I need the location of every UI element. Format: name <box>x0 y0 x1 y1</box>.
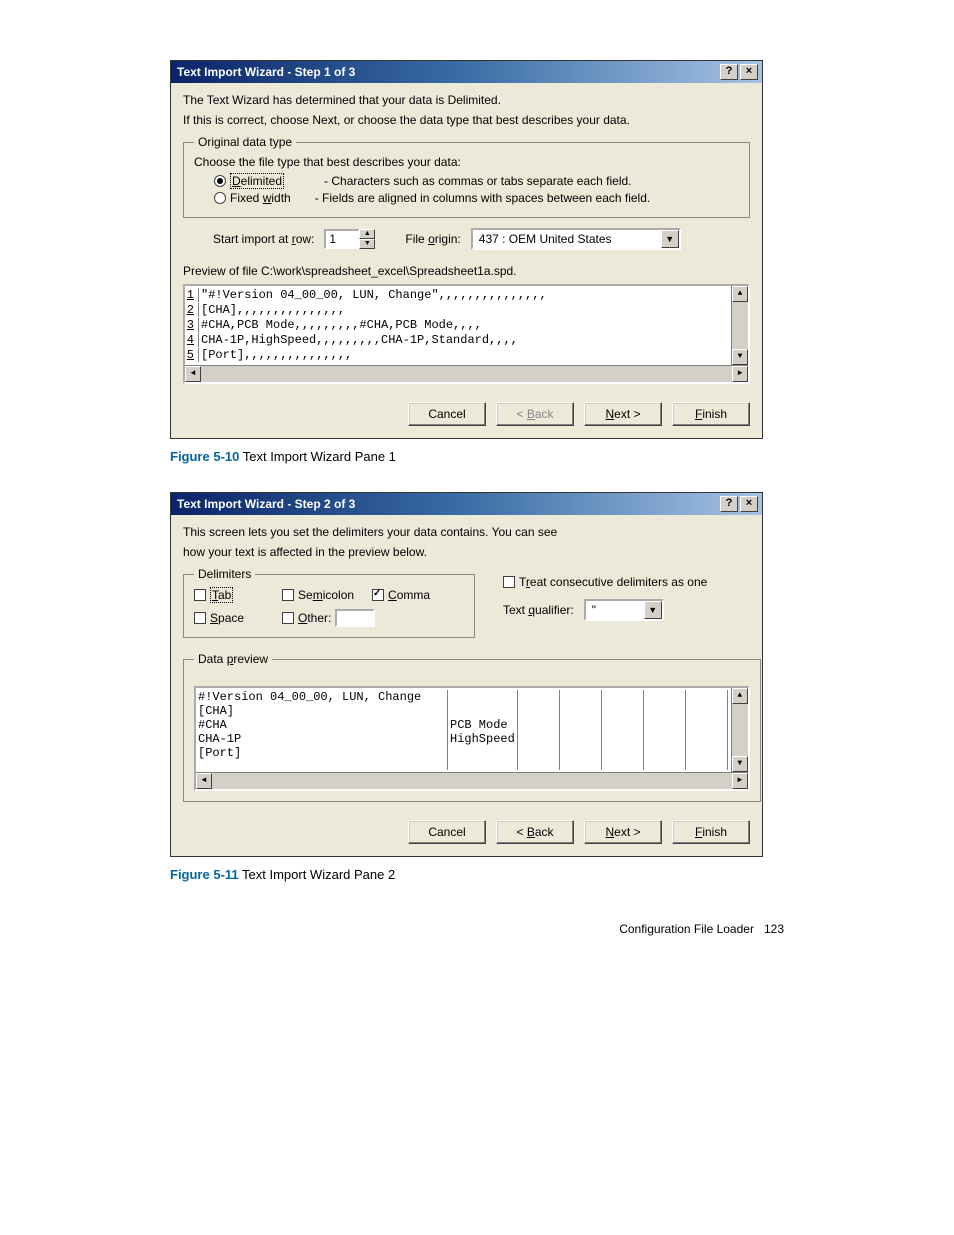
group-legend: Original data type <box>194 135 296 149</box>
close-button[interactable]: × <box>740 496 758 512</box>
original-data-type-group: Original data type Choose the file type … <box>183 135 750 218</box>
finish-button[interactable]: Finish <box>672 402 750 426</box>
wizard-step2-dialog: Text Import Wizard - Step 2 of 3 ? × Thi… <box>170 492 763 857</box>
fixed-width-radio[interactable] <box>214 192 226 204</box>
space-label[interactable]: Space <box>210 611 244 625</box>
other-label[interactable]: Other: <box>298 611 331 625</box>
scroll-down-icon[interactable]: ▼ <box>732 756 748 772</box>
delimited-label[interactable]: Delimited <box>230 173 284 189</box>
space-checkbox[interactable] <box>194 612 206 624</box>
file-origin-value: 437 : OEM United States <box>473 232 661 246</box>
intro-line1: This screen lets you set the delimiters … <box>183 525 750 539</box>
fixed-width-label[interactable]: Fixed width <box>230 191 291 205</box>
delimited-desc: - Characters such as commas or tabs sepa… <box>324 174 631 188</box>
scroll-up-icon[interactable]: ▲ <box>732 688 748 704</box>
cancel-button[interactable]: Cancel <box>408 820 486 844</box>
semicolon-label[interactable]: Semicolon <box>298 588 354 602</box>
fixed-width-desc: - Fields are aligned in columns with spa… <box>315 191 651 205</box>
start-row-spinner[interactable]: ▲ ▼ <box>324 229 375 249</box>
intro-line1: The Text Wizard has determined that your… <box>183 93 750 107</box>
preview-line: 3#CHA,PCB Mode,,,,,,,,,#CHA,PCB Mode,,,, <box>185 318 730 333</box>
choose-prompt: Choose the file type that best describes… <box>194 155 739 169</box>
dialog-title: Text Import Wizard - Step 2 of 3 <box>177 497 718 511</box>
dialog-title: Text Import Wizard - Step 1 of 3 <box>177 65 718 79</box>
help-button[interactable]: ? <box>720 496 738 512</box>
preview-label: Preview of file C:\work\spreadsheet_exce… <box>183 264 750 278</box>
other-input[interactable] <box>335 609 375 627</box>
intro-line2: how your text is affected in the preview… <box>183 545 750 559</box>
close-button[interactable]: × <box>740 64 758 80</box>
preview-column <box>562 690 602 770</box>
scroll-up-icon[interactable]: ▲ <box>732 286 748 302</box>
tab-checkbox[interactable] <box>194 589 206 601</box>
scroll-left-icon[interactable]: ◄ <box>196 773 212 789</box>
spin-up-icon[interactable]: ▲ <box>359 229 375 239</box>
preview-line: 2[CHA],,,,,,,,,,,,,,, <box>185 303 730 318</box>
delimited-radio[interactable] <box>214 175 226 187</box>
start-row-label: Start import at row: <box>213 232 314 246</box>
delimiters-group: Delimiters Tab Semicolon Comma Space Oth… <box>183 567 475 638</box>
figure-caption-1: Figure 5-10 Text Import Wizard Pane 1 <box>170 449 784 464</box>
page-footer: Configuration File Loader 123 <box>170 922 784 936</box>
wizard-step1-dialog: Text Import Wizard - Step 1 of 3 ? × The… <box>170 60 763 439</box>
file-preview: 1"#!Version 04_00_00, LUN, Change",,,,,,… <box>183 284 750 384</box>
next-button[interactable]: Next > <box>584 820 662 844</box>
back-button[interactable]: < Back <box>496 820 574 844</box>
preview-line: 1"#!Version 04_00_00, LUN, Change",,,,,,… <box>185 288 730 303</box>
next-button[interactable]: Next > <box>584 402 662 426</box>
text-qualifier-label: Text qualifier: <box>503 603 574 617</box>
file-origin-combo[interactable]: 437 : OEM United States ▼ <box>471 228 681 250</box>
cancel-button[interactable]: Cancel <box>408 402 486 426</box>
scroll-right-icon[interactable]: ► <box>732 773 748 789</box>
scroll-down-icon[interactable]: ▼ <box>732 349 748 365</box>
other-checkbox[interactable] <box>282 612 294 624</box>
data-preview: #!Version 04_00_00, LUN, Change[CHA]#CHA… <box>194 686 750 791</box>
preview-column: #!Version 04_00_00, LUN, Change[CHA]#CHA… <box>198 690 448 770</box>
start-row-input[interactable] <box>324 229 360 249</box>
treat-consecutive-label[interactable]: Treat consecutive delimiters as one <box>519 575 707 589</box>
chevron-down-icon[interactable]: ▼ <box>661 230 679 248</box>
finish-button[interactable]: Finish <box>672 820 750 844</box>
text-qualifier-combo[interactable]: " ▼ <box>584 599 664 621</box>
delimiters-legend: Delimiters <box>194 567 255 581</box>
preview-line: 4CHA-1P,HighSpeed,,,,,,,,,CHA-1P,Standar… <box>185 333 730 348</box>
figure-caption-2: Figure 5-11 Text Import Wizard Pane 2 <box>170 867 784 882</box>
scroll-left-icon[interactable]: ◄ <box>185 366 201 382</box>
preview-column <box>520 690 560 770</box>
preview-line: 5[Port],,,,,,,,,,,,,,, <box>185 348 730 363</box>
semicolon-checkbox[interactable] <box>282 589 294 601</box>
back-button: < Back <box>496 402 574 426</box>
spin-down-icon[interactable]: ▼ <box>359 239 375 249</box>
comma-label[interactable]: Comma <box>388 588 430 602</box>
tab-label[interactable]: Tab <box>210 587 233 603</box>
intro-line2: If this is correct, choose Next, or choo… <box>183 113 750 127</box>
comma-checkbox[interactable] <box>372 589 384 601</box>
preview-column: PCB ModeHighSpeed <box>450 690 518 770</box>
file-origin-label: File origin: <box>405 232 460 246</box>
text-qualifier-value: " <box>586 603 644 617</box>
scroll-right-icon[interactable]: ► <box>732 366 748 382</box>
treat-consecutive-checkbox[interactable] <box>503 576 515 588</box>
preview-column <box>646 690 686 770</box>
data-preview-legend: Data preview <box>194 652 272 666</box>
chevron-down-icon[interactable]: ▼ <box>644 601 662 619</box>
data-preview-group: Data preview #!Version 04_00_00, LUN, Ch… <box>183 652 761 802</box>
preview-column <box>604 690 644 770</box>
help-button[interactable]: ? <box>720 64 738 80</box>
preview-column <box>688 690 728 770</box>
